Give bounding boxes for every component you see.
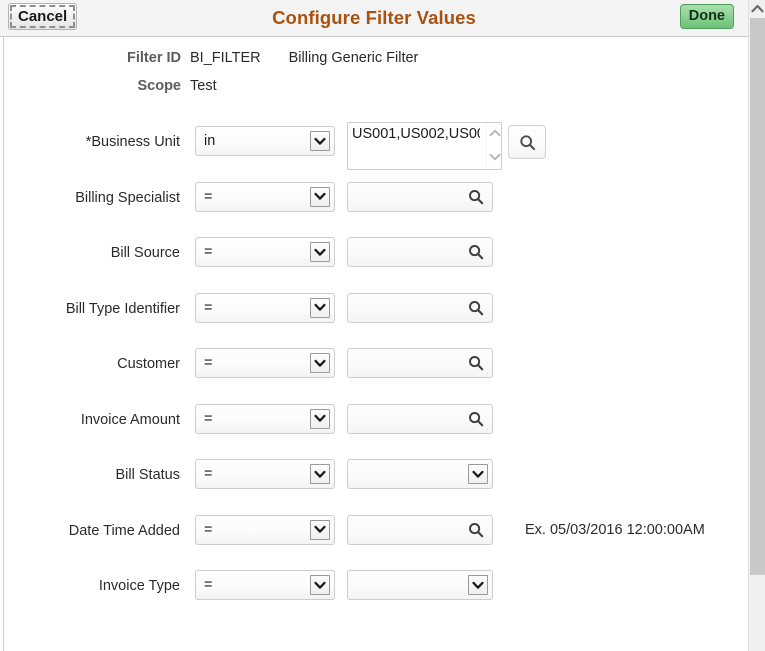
chevron-down-icon[interactable] (310, 131, 330, 151)
operator-value: = (204, 410, 213, 427)
info-label: Scope (137, 78, 181, 94)
chevron-up-icon[interactable] (487, 125, 501, 140)
filter-row-customer: Customer = (5, 343, 745, 399)
operator-value: = (204, 244, 213, 260)
operator-select-business-unit[interactable]: in (195, 126, 335, 156)
operator-select-bill-source[interactable]: = (195, 237, 335, 267)
filter-row-bill-type-identifier: Bill Type Identifier = (5, 288, 745, 344)
operator-select-date-time-added[interactable]: = (195, 514, 335, 545)
value-input-customer[interactable] (347, 348, 493, 378)
filter-row-date-time-added: Date Time Added = Ex. 05/03/2016 12:00:0… (5, 510, 745, 566)
operator-value: in (204, 133, 216, 149)
search-icon[interactable] (467, 299, 485, 317)
filter-row-bill-source: Bill Source = (5, 232, 745, 288)
operator-select-bill-status[interactable]: = (195, 459, 335, 489)
operator-value: = (204, 521, 213, 538)
cancel-button[interactable]: Cancel (8, 3, 78, 30)
value-input-invoice-amount[interactable] (347, 403, 493, 434)
operator-value: = (204, 355, 213, 371)
search-icon[interactable] (467, 410, 485, 428)
lookup-button-business-unit[interactable] (508, 125, 546, 159)
info-value-description: Billing Generic Filter (288, 50, 419, 66)
filter-row-bill-status: Bill Status = (5, 454, 745, 510)
info-label: Filter ID (127, 50, 181, 66)
info-row-filter-id: Filter ID BI_FILTER Billing Generic Filt… (5, 50, 645, 78)
search-icon[interactable] (467, 243, 485, 261)
operator-select-bill-type-identifier[interactable]: = (195, 292, 335, 323)
operator-value: = (204, 466, 213, 482)
filter-label: Invoice Type (98, 578, 180, 594)
value-input-billing-specialist[interactable] (347, 181, 493, 212)
filter-label: Bill Source (110, 245, 180, 261)
info-value: Test (190, 78, 217, 94)
chevron-down-icon[interactable] (310, 297, 330, 318)
scrollbar-thumb[interactable] (750, 18, 765, 575)
filter-row-billing-specialist: Billing Specialist = (5, 177, 745, 233)
operator-value: = (204, 299, 213, 316)
scroll-up-arrow-icon[interactable] (749, 0, 765, 17)
operator-select-customer[interactable]: = (195, 348, 335, 378)
filter-label: Bill Type Identifier (65, 300, 180, 317)
page-title: Configure Filter Values (272, 7, 476, 28)
info-row-scope: Scope Test (5, 78, 645, 106)
value-textarea-scrollbar[interactable] (486, 123, 501, 169)
filter-info-block: Filter ID BI_FILTER Billing Generic Filt… (5, 50, 645, 106)
date-format-hint: Ex. 05/03/2016 12:00:00AM (525, 521, 705, 538)
operator-select-invoice-type[interactable]: = (195, 570, 335, 600)
operator-value: = (204, 188, 213, 205)
value-input-bill-type-identifier[interactable] (347, 292, 493, 323)
operator-select-invoice-amount[interactable]: = (195, 403, 335, 434)
value-textarea-text: US001,US002,US00 (352, 126, 480, 142)
chevron-down-icon[interactable] (310, 186, 330, 207)
operator-value: = (204, 577, 213, 593)
filter-label: Billing Specialist (75, 189, 180, 206)
filter-label: Date Time Added (68, 522, 180, 539)
chevron-down-icon[interactable] (310, 408, 330, 429)
filter-row-business-unit: Business Unit in US001,US002,US00 (5, 121, 745, 177)
filter-label: Bill Status (115, 467, 180, 483)
value-select-bill-status[interactable] (347, 459, 493, 489)
chevron-down-icon[interactable] (310, 575, 330, 595)
chevron-down-icon[interactable] (468, 464, 488, 484)
search-icon[interactable] (467, 521, 485, 539)
configure-filter-values-modal: Configure Filter Values Cancel Done Filt… (0, 0, 765, 651)
chevron-down-icon[interactable] (310, 464, 330, 484)
value-input-bill-source[interactable] (347, 237, 493, 267)
filter-label: Customer (117, 356, 180, 372)
value-input-date-time-added[interactable] (347, 514, 493, 545)
chevron-down-icon[interactable] (487, 149, 501, 164)
search-icon[interactable] (467, 354, 485, 372)
chevron-down-icon[interactable] (310, 353, 330, 373)
chevron-down-icon[interactable] (468, 575, 488, 595)
filter-rows: Business Unit in US001,US002,US00 (5, 121, 745, 621)
value-select-invoice-type[interactable] (347, 570, 493, 600)
page-left-border (0, 37, 4, 651)
done-button[interactable]: Done (679, 4, 734, 29)
filter-row-invoice-type: Invoice Type = (5, 565, 745, 621)
modal-header: Configure Filter Values Cancel Done (0, 0, 748, 37)
chevron-down-icon[interactable] (310, 519, 330, 540)
filter-label: Business Unit (5, 134, 190, 150)
search-icon[interactable] (467, 188, 485, 206)
modal-content: Filter ID BI_FILTER Billing Generic Filt… (5, 38, 748, 651)
value-textarea-business-unit[interactable]: US001,US002,US00 (347, 122, 502, 170)
filter-label: Invoice Amount (80, 411, 180, 428)
page-scrollbar[interactable] (748, 0, 765, 651)
info-value: BI_FILTER (190, 50, 261, 66)
operator-select-billing-specialist[interactable]: = (195, 181, 335, 212)
filter-row-invoice-amount: Invoice Amount = (5, 399, 745, 455)
chevron-down-icon[interactable] (310, 242, 330, 262)
